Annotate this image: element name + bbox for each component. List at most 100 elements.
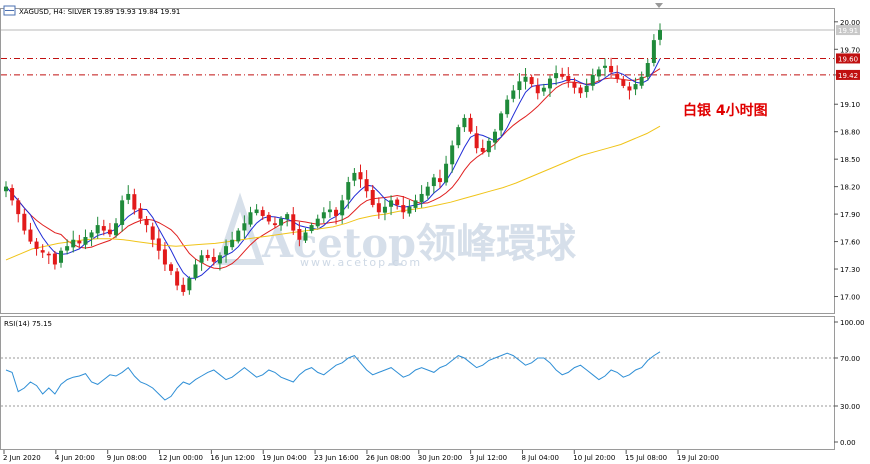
candle-body: [205, 254, 210, 259]
time-tick-label: 8 Jul 04:00: [521, 454, 559, 462]
candle-body: [499, 113, 504, 131]
rsi-tick-label: 30.00: [840, 403, 860, 411]
shift-marker-icon: [655, 3, 663, 8]
candle-body: [450, 145, 455, 165]
price-tick-label: 19.10: [840, 101, 860, 109]
candle-body: [364, 179, 369, 192]
symbol-line: XAGUSD, H4: SILVER 19.89 19.93 19.84 19.…: [19, 8, 180, 16]
candle-body: [395, 199, 400, 205]
candle-body: [236, 230, 241, 242]
candle-body: [266, 214, 271, 222]
candle-body: [10, 188, 15, 201]
candle-body: [639, 76, 644, 86]
candle-body: [120, 200, 125, 225]
candle-body: [224, 246, 229, 255]
price-tick-label: 17.00: [840, 294, 860, 302]
time-axis: 2 Jun 2020 4 Jun 20:00 9 Jun 08:00 12 Jun 0…: [3, 450, 719, 462]
price-tick-label: 17.90: [840, 211, 860, 219]
time-tick-label: 19 Jul 20:00: [677, 454, 719, 462]
candle-body: [376, 203, 381, 213]
candle-body: [144, 219, 149, 226]
candle-body: [254, 209, 259, 214]
time-tick-label: 30 Jun 20:00: [418, 454, 462, 462]
candle-body: [492, 131, 497, 143]
candle-body: [407, 206, 412, 214]
time-tick-label: 26 Jun 08:00: [366, 454, 410, 462]
candle-body: [162, 249, 167, 265]
time-tick-label: 19 Jun 04:00: [262, 454, 306, 462]
candle-body: [4, 186, 8, 192]
candle-body: [95, 225, 100, 234]
candle-body: [602, 65, 607, 68]
candle-body: [584, 85, 589, 93]
candle-body: [658, 30, 662, 40]
candle-body: [480, 147, 485, 152]
candle-body: [566, 75, 571, 82]
level-tag-label: 19.60: [838, 55, 858, 63]
candle-body: [523, 76, 528, 82]
time-tick-label: 9 Jun 08:00: [107, 454, 147, 462]
candle-body: [419, 193, 424, 203]
candle-body: [547, 78, 552, 89]
candle-body: [303, 232, 308, 241]
candle-body: [181, 284, 186, 292]
time-tick-label: 16 Jun 12:00: [210, 454, 254, 462]
rsi-tick-label: 0.00: [840, 439, 856, 447]
symbol-header: XAGUSD, H4: SILVER 19.89 19.93 19.84 19.…: [3, 5, 180, 16]
candle-body: [242, 223, 247, 231]
candle-body: [468, 117, 473, 132]
candle-body: [529, 77, 534, 85]
rsi-tick-label: 70.00: [840, 355, 860, 363]
candle-body: [309, 225, 314, 232]
candle-body: [260, 210, 265, 216]
candle-body: [101, 226, 106, 231]
candle-body: [352, 172, 357, 181]
candle-body: [285, 214, 290, 219]
candle-body: [230, 239, 235, 248]
candle-body: [578, 87, 583, 94]
candle-body: [633, 84, 638, 90]
candle-body: [413, 200, 418, 208]
candle-body: [150, 226, 155, 240]
candle-body: [65, 246, 70, 251]
candle-body: [535, 85, 540, 94]
candle-body: [291, 214, 296, 231]
candle-body: [456, 127, 461, 146]
candle-body: [248, 212, 253, 225]
candle-body: [315, 218, 320, 227]
candle-body: [334, 209, 339, 216]
candle-body: [71, 239, 76, 248]
candle-body: [621, 79, 626, 86]
candle-body: [199, 255, 204, 263]
candle-body: [645, 63, 650, 77]
time-tick-label: 15 Jul 08:00: [625, 454, 667, 462]
time-tick-label: 4 Jun 20:00: [55, 454, 95, 462]
candle-body: [297, 229, 302, 240]
candle-body: [46, 253, 51, 256]
candle-body: [59, 250, 64, 263]
candle-body: [615, 73, 620, 79]
chart-canvas: XAGUSD, H4: SILVER 19.89 19.93 19.84 19.…: [0, 3, 865, 462]
candle-body: [272, 223, 277, 226]
candle-body: [596, 69, 601, 77]
candle-body: [211, 256, 216, 262]
time-tick-label: 23 Jun 16:00: [314, 454, 358, 462]
candle-body: [505, 99, 510, 115]
candle-body: [541, 87, 546, 92]
candle-body: [370, 190, 375, 205]
candle-body: [572, 81, 577, 88]
candle-body: [138, 208, 143, 219]
candle-body: [437, 178, 442, 183]
candle-body: [346, 182, 351, 200]
candle-body: [126, 193, 131, 200]
candle-body: [217, 255, 222, 264]
candle-body: [401, 205, 406, 213]
candle-body: [627, 86, 632, 91]
candle-body: [554, 73, 559, 79]
price-tick-label: 17.30: [840, 266, 860, 274]
candle-body: [431, 177, 436, 187]
candle-body: [511, 90, 516, 99]
candle-body: [327, 209, 332, 213]
candle-body: [52, 253, 57, 265]
candle-body: [560, 73, 565, 77]
